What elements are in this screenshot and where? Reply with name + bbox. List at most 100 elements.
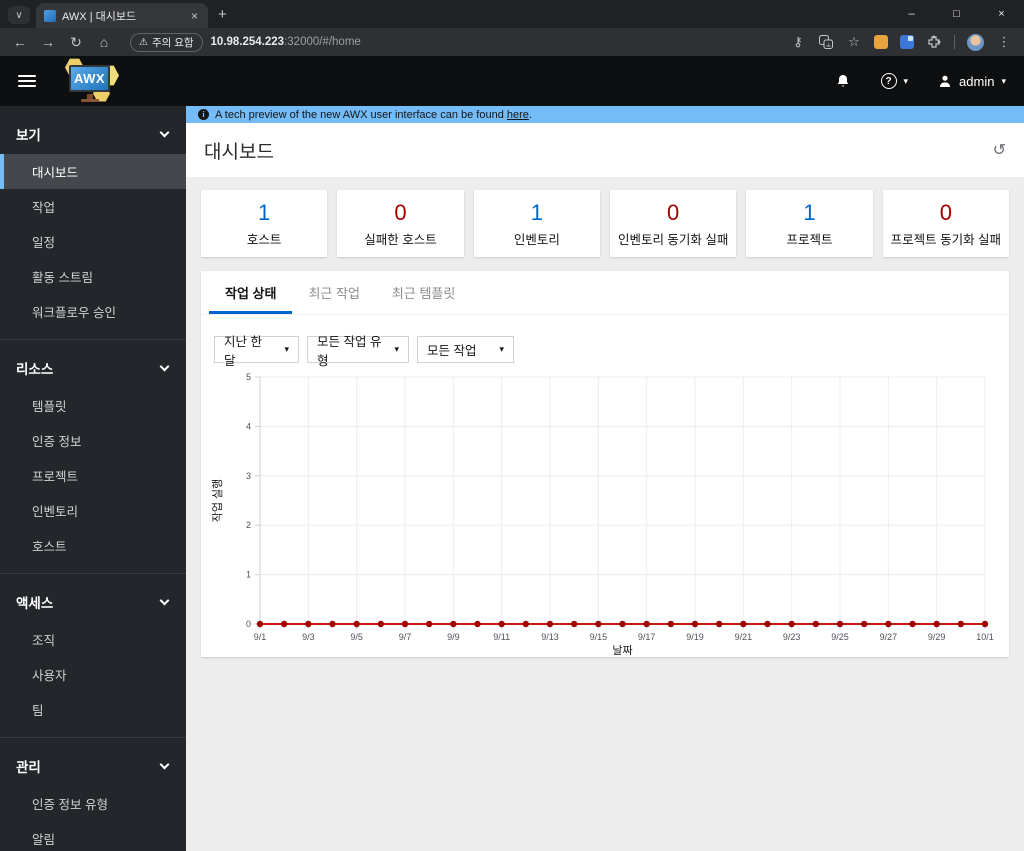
card-value: 0 [394, 200, 407, 225]
address-bar[interactable]: ⚠ 주의 요함 10.98.254.223:32000/#/home [126, 31, 780, 53]
sidebar-item[interactable]: 활동 스트림 [0, 259, 186, 294]
sidebar-item[interactable]: 프로젝트 [0, 458, 186, 493]
summary-card[interactable]: 0 인벤토리 동기화 실패 [610, 190, 737, 257]
card-value: 0 [667, 200, 680, 225]
warning-icon: ⚠ [139, 36, 148, 48]
summary-card[interactable]: 1 프로젝트 [746, 190, 873, 257]
svg-text:9/1: 9/1 [254, 632, 267, 642]
tab-list-chevron-icon[interactable]: ∨ [8, 6, 30, 24]
panel-tab[interactable]: 작업 상태 [209, 271, 293, 314]
summary-card[interactable]: 0 실패한 호스트 [337, 190, 464, 257]
nav-section-label: 보기 [16, 128, 41, 143]
nav-toggle-hamburger-icon[interactable] [18, 75, 36, 87]
user-name: admin [959, 73, 995, 89]
monitor-stand-base [81, 99, 99, 102]
minimize-button[interactable]: – [889, 8, 934, 20]
tab-close-icon[interactable]: × [189, 9, 200, 23]
sidebar-item[interactable]: 호스트 [0, 528, 186, 563]
browser-menu-icon[interactable]: ⋮ [996, 34, 1012, 50]
browser-toolbar: ← → ↻ ⌂ ⚠ 주의 요함 10.98.254.223:32000/#/ho… [0, 28, 1024, 56]
refresh-history-icon[interactable]: ↺ [993, 140, 1006, 160]
filter-value: 모든 작업 유형 [317, 334, 382, 368]
new-tab-button[interactable]: + [218, 6, 227, 23]
filter-dropdown[interactable]: 모든 작업 유형 ▾ [307, 335, 409, 368]
nav-section-header[interactable]: 액세스 [0, 580, 186, 622]
sidebar-item[interactable]: 인증 정보 [0, 423, 186, 458]
extensions-puzzle-icon[interactable] [926, 34, 942, 50]
back-icon[interactable]: ← [8, 34, 32, 50]
summary-card[interactable]: 1 인벤토리 [473, 190, 600, 257]
page-title: 대시보드 [204, 141, 274, 163]
close-button[interactable]: × [979, 8, 1024, 20]
chevron-down-icon: ▾ [284, 344, 289, 354]
forward-icon[interactable]: → [36, 34, 60, 50]
screen: ∨ AWX | 대시보드 × + – □ × ← → ↻ ⌂ ⚠ 주의 요함 1… [0, 0, 1024, 851]
password-key-icon[interactable]: ⚷ [790, 34, 806, 50]
banner-text: A tech preview of the new AWX user inter… [215, 108, 532, 121]
sidebar-item[interactable]: 팀 [0, 692, 186, 727]
browser-tab[interactable]: AWX | 대시보드 × [36, 3, 208, 28]
nav-section-header[interactable]: 관리 [0, 744, 186, 786]
chevron-down-icon: ▾ [1001, 75, 1006, 86]
dashboard-body: 1 호스트 0 실패한 호스트 1 인벤토리 0 인벤토리 동기화 실패 1 프로젝트 0 프로젝트 … [186, 177, 1024, 851]
card-label: 인벤토리 동기화 실패 [617, 232, 729, 247]
sidebar-item[interactable]: 사용자 [0, 657, 186, 692]
filter-dropdown[interactable]: 지난 한 달 ▾ [214, 335, 299, 368]
sidebar-item[interactable]: 대시보드 [0, 154, 186, 189]
bookmark-star-icon[interactable]: ☆ [846, 34, 862, 50]
panel-tab[interactable]: 최근 템플릿 [376, 271, 471, 314]
summary-card[interactable]: 1 호스트 [201, 190, 328, 257]
svg-text:9/15: 9/15 [590, 632, 608, 642]
svg-text:5: 5 [246, 372, 251, 382]
chevron-down-icon [159, 361, 170, 372]
filter-dropdown[interactable]: 모든 작업 ▾ [417, 336, 514, 363]
svg-text:9/21: 9/21 [735, 632, 753, 642]
url-path: :32000/#/home [284, 36, 361, 48]
svg-text:4: 4 [246, 421, 251, 431]
maximize-button[interactable]: □ [934, 8, 979, 20]
svg-text:9/5: 9/5 [350, 632, 363, 642]
main-row: 보기 대시보드 작업 일정 활동 스트림 워크플로우 승인 리소스 템플릿 인증 정보 프로젝트 인… [0, 106, 1024, 851]
reload-icon[interactable]: ↻ [64, 34, 88, 51]
nav-section-header[interactable]: 보기 [0, 112, 186, 154]
sidebar-item[interactable]: 알림 [0, 821, 186, 851]
sidebar-item[interactable]: 조직 [0, 622, 186, 657]
sidebar-item[interactable]: 템플릿 [0, 388, 186, 423]
chevron-down-icon: ▾ [394, 344, 399, 354]
help-menu[interactable]: ? ▾ [880, 73, 908, 89]
site-security-chip[interactable]: ⚠ 주의 요함 [130, 32, 203, 52]
nav-section-header[interactable]: 리소스 [0, 346, 186, 388]
sidebar-item[interactable]: 인증 정보 유형 [0, 786, 186, 821]
extension-orange-icon[interactable] [874, 35, 888, 49]
awx-logo[interactable]: AWX [62, 58, 120, 104]
nav-section-label: 액세스 [16, 596, 54, 611]
user-menu[interactable]: admin ▾ [938, 74, 1006, 89]
chevron-down-icon [159, 127, 170, 138]
sidebar-item[interactable]: 워크플로우 승인 [0, 294, 186, 329]
sidebar-nav: 보기 대시보드 작업 일정 활동 스트림 워크플로우 승인 리소스 템플릿 인증 정보 프로젝트 인… [0, 106, 186, 851]
job-status-panel: 작업 상태 최근 작업 최근 템플릿 지난 한 달 ▾ 모든 작업 유형 ▾ 모든 작업 ▾ … [201, 271, 1009, 657]
svg-text:9/25: 9/25 [831, 632, 849, 642]
sidebar-item[interactable]: 일정 [0, 224, 186, 259]
translate-icon[interactable] [818, 34, 834, 50]
chart-svg: 0 1 2 3 4 5 9/1 9/3 9/5 9/7 9/9 9/11 9/13 9/15 9/17 9/1… [211, 372, 994, 657]
nav-section-label: 관리 [16, 760, 41, 775]
sidebar-item[interactable]: 인벤토리 [0, 493, 186, 528]
chart-filters: 지난 한 달 ▾ 모든 작업 유형 ▾ 모든 작업 ▾ [214, 335, 1009, 368]
info-icon: i [198, 109, 209, 120]
card-label: 호스트 [246, 232, 282, 247]
svg-text:9/29: 9/29 [928, 632, 946, 642]
extension-blue-icon[interactable] [900, 35, 914, 49]
tech-preview-banner: i A tech preview of the new AWX user int… [186, 106, 1024, 123]
tech-preview-link[interactable]: here [507, 109, 529, 121]
profile-avatar[interactable] [967, 33, 984, 51]
nav-section: 관리인증 정보 유형알림관리 작업인스턴스 그룹인스턴스애플리케이션실행 환경토… [0, 738, 186, 851]
filter-value: 지난 한 달 [224, 334, 262, 368]
card-value: 1 [530, 200, 543, 225]
nav-section: 액세스조직 사용자 팀 [0, 574, 186, 738]
sidebar-item[interactable]: 작업 [0, 189, 186, 224]
panel-tab[interactable]: 최근 작업 [292, 271, 375, 314]
notifications-bell-icon[interactable] [835, 73, 851, 89]
summary-card[interactable]: 0 프로젝트 동기화 실패 [882, 190, 1009, 257]
home-icon[interactable]: ⌂ [92, 34, 116, 50]
